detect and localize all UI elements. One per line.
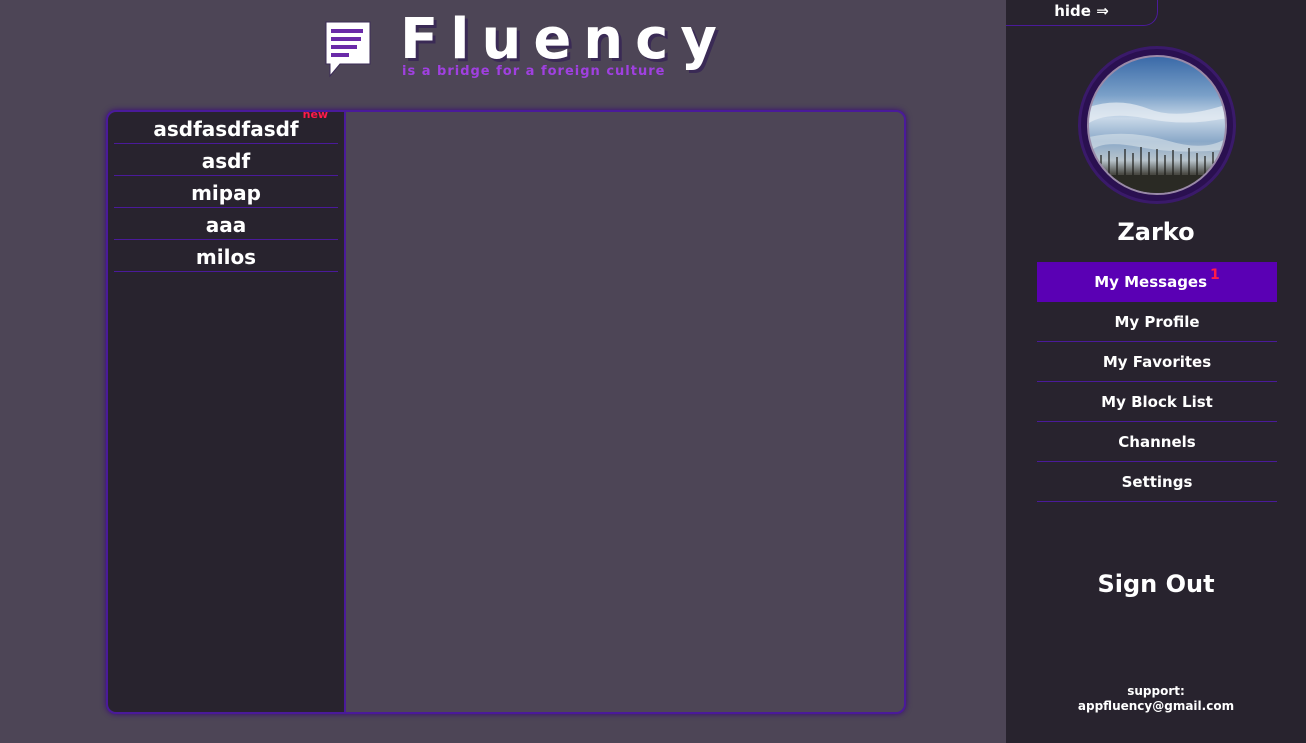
menu-item-my-profile[interactable]: My Profile xyxy=(1037,302,1277,342)
contact-list: asdfasdfasdf new asdf mipap aaa milos xyxy=(108,112,346,712)
contact-item[interactable]: mipap xyxy=(114,176,338,208)
logo-tagline: is a bridge for a foreign culture xyxy=(402,64,666,79)
support-info: support: appfluency@gmail.com xyxy=(1006,684,1306,714)
menu-item-label: Settings xyxy=(1121,473,1193,491)
new-badge: new xyxy=(302,110,329,121)
menu-item-my-block-list[interactable]: My Block List xyxy=(1037,382,1277,422)
page: Fluency is a bridge for a foreign cultur… xyxy=(0,0,1306,743)
logo: Fluency is a bridge for a foreign cultur… xyxy=(322,7,717,82)
support-label: support: xyxy=(1127,684,1185,698)
chat-panel: asdfasdfasdf new asdf mipap aaa milos xyxy=(106,110,906,714)
contact-name: milos xyxy=(195,245,257,269)
contact-name: mipap xyxy=(191,181,261,205)
menu-item-label: My Messages xyxy=(1094,273,1208,291)
speech-bubble-icon xyxy=(325,21,371,78)
support-email[interactable]: appfluency@gmail.com xyxy=(1006,699,1306,714)
menu-item-label: Channels xyxy=(1118,433,1196,451)
contact-item[interactable]: milos xyxy=(114,240,338,272)
contact-item[interactable]: asdfasdfasdf new xyxy=(114,112,338,144)
unread-count-badge: 1 xyxy=(1210,267,1220,283)
menu-item-label: My Block List xyxy=(1101,393,1213,411)
sidebar: hide ⇒ Zarko My Messages 1 My Profile My… xyxy=(1006,0,1306,743)
contact-name: aaa xyxy=(205,213,247,237)
menu-item-label: My Favorites xyxy=(1102,353,1212,371)
menu-item-settings[interactable]: Settings xyxy=(1037,462,1277,502)
contact-item[interactable]: asdf xyxy=(114,144,338,176)
menu-item-my-favorites[interactable]: My Favorites xyxy=(1037,342,1277,382)
avatar[interactable] xyxy=(1078,46,1236,204)
sign-out-button[interactable]: Sign Out xyxy=(1006,570,1306,598)
hide-sidebar-button[interactable]: hide ⇒ xyxy=(1006,0,1158,26)
contact-name: asdfasdfasdf xyxy=(153,117,299,141)
contact-item[interactable]: aaa xyxy=(114,208,338,240)
sidebar-menu: My Messages 1 My Profile My Favorites My … xyxy=(1037,262,1277,502)
avatar-image xyxy=(1087,55,1227,195)
message-area xyxy=(346,112,904,712)
menu-item-my-messages[interactable]: My Messages 1 xyxy=(1037,262,1277,302)
menu-item-label: My Profile xyxy=(1114,313,1200,331)
username: Zarko xyxy=(1117,218,1195,246)
contact-name: asdf xyxy=(201,149,251,173)
menu-item-channels[interactable]: Channels xyxy=(1037,422,1277,462)
tree-line-icon xyxy=(1089,102,1225,193)
